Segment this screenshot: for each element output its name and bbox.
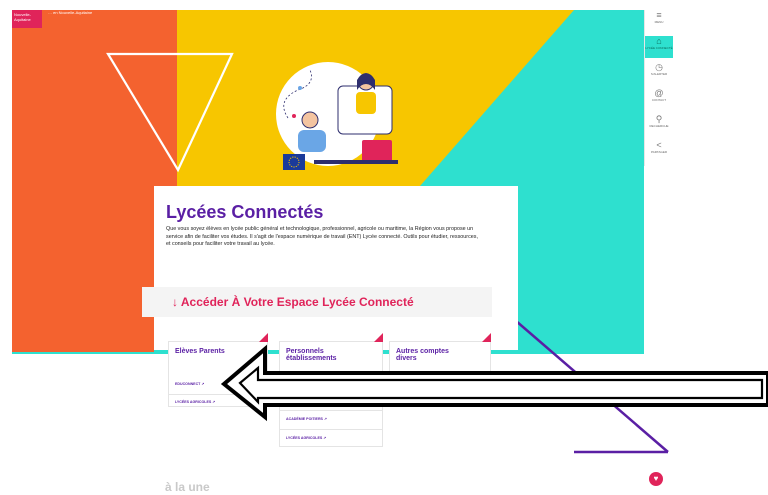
- page-screenshot: Nouvelle-Aquitaine … en Nouvelle-Aquitai…: [0, 0, 768, 495]
- annotation-arrow: [220, 344, 768, 422]
